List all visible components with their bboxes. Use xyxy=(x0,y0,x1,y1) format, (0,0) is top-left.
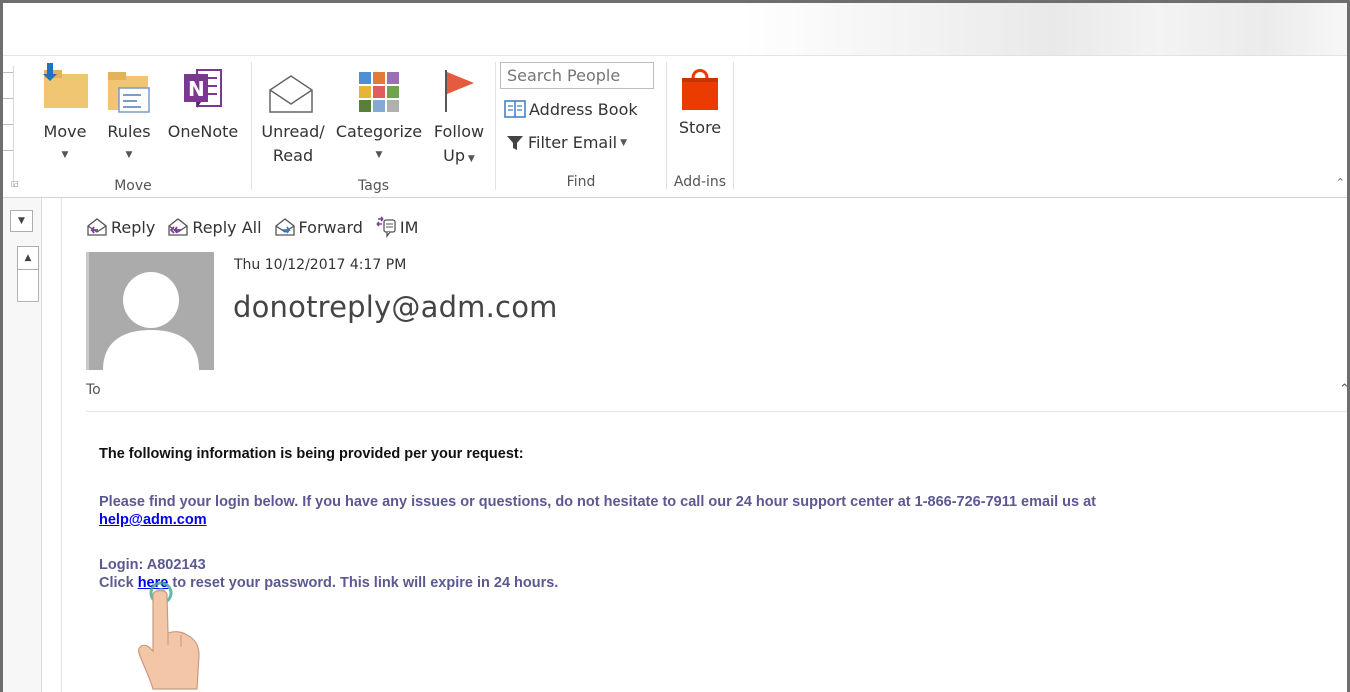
address-book-icon xyxy=(504,100,526,118)
body-intro: The following information is being provi… xyxy=(99,446,524,462)
im-button[interactable]: IM xyxy=(375,216,419,238)
store-icon xyxy=(682,69,718,110)
unread-read-label-1: Unread/ xyxy=(261,122,325,141)
ribbon-separator xyxy=(495,62,496,190)
find-group-label: Find xyxy=(566,174,596,190)
rules-button[interactable]: Rules ▼ xyxy=(101,60,157,170)
reply-all-button[interactable]: Reply All xyxy=(167,217,262,237)
body-click-prefix: Click xyxy=(99,575,134,591)
categorize-icon xyxy=(359,72,399,112)
addins-group-label: Add-ins xyxy=(673,174,727,190)
ribbon-left-edge xyxy=(3,66,14,186)
ribbon-separator xyxy=(733,62,734,190)
message-pane: Reply Reply All Forward IM Thu 10/12/201… xyxy=(61,198,1347,692)
onenote-icon: N xyxy=(184,69,222,108)
header-divider xyxy=(86,411,1347,412)
move-button[interactable]: Move ▼ xyxy=(37,60,93,170)
filter-email-caret-icon: ▼ xyxy=(620,137,628,148)
onenote-button[interactable]: N OneNote xyxy=(167,60,239,170)
categorize-caret-icon: ▼ xyxy=(375,150,383,160)
outlook-window: ◲ Move ▼ Rules ▼ N OneNote Move Unread/ … xyxy=(0,0,1350,692)
body-support-text: Please find your login below. If you hav… xyxy=(99,494,1097,510)
tags-group: Unread/ Read Categorize ▼ Follow Up ▼ Ta… xyxy=(252,60,495,194)
move-group: Move ▼ Rules ▼ N OneNote Move xyxy=(15,60,251,194)
sender-avatar xyxy=(86,252,214,370)
rules-caret-icon: ▼ xyxy=(125,150,133,160)
move-label: Move xyxy=(43,122,87,141)
move-group-label: Move xyxy=(114,178,152,194)
forward-icon xyxy=(274,218,295,236)
reply-all-icon xyxy=(168,218,188,236)
forward-button[interactable]: Forward xyxy=(274,217,363,237)
filter-email-label: Filter Email xyxy=(528,133,618,152)
reply-label: Reply xyxy=(111,217,156,237)
im-icon xyxy=(376,216,396,238)
follow-up-label-2: Up xyxy=(443,146,466,165)
unread-read-label-2: Read xyxy=(272,146,314,165)
filter-icon xyxy=(507,135,523,150)
envelope-icon xyxy=(269,75,313,113)
rules-label: Rules xyxy=(107,122,151,141)
follow-up-label-2-row: Up ▼ xyxy=(428,144,490,171)
collapse-header-icon[interactable]: ⌃ xyxy=(1339,382,1347,397)
support-email-link[interactable]: help@adm.com xyxy=(99,512,207,528)
move-folder-icon xyxy=(43,63,88,108)
body-login: Login: A802143 xyxy=(99,557,206,573)
store-label: Store xyxy=(678,118,722,137)
collapse-ribbon-icon[interactable]: ⌃ xyxy=(1336,176,1345,189)
folder-pane-collapsed: ▼ ▲ xyxy=(3,198,42,692)
ribbon: ◲ Move ▼ Rules ▼ N OneNote Move Unread/ … xyxy=(3,56,1347,198)
title-bar xyxy=(3,3,1347,56)
person-placeholder-icon xyxy=(103,272,199,370)
reply-button[interactable]: Reply xyxy=(86,217,155,237)
body-support-paragraph: Please find your login below. If you hav… xyxy=(99,493,1299,529)
message-datetime: Thu 10/12/2017 4:17 PM xyxy=(234,257,407,273)
im-label: IM xyxy=(399,217,419,237)
tags-group-label: Tags xyxy=(358,178,389,194)
scroll-up-button[interactable]: ▲ xyxy=(17,246,39,270)
categorize-label: Categorize xyxy=(335,122,423,141)
flag-icon xyxy=(445,70,474,112)
address-book-label: Address Book xyxy=(529,99,638,119)
store-button[interactable]: Store xyxy=(669,60,731,170)
move-caret-icon: ▼ xyxy=(61,150,69,160)
to-label: To xyxy=(86,382,101,398)
follow-up-button[interactable]: Follow Up ▼ xyxy=(428,60,490,170)
message-actions: Reply Reply All Forward IM xyxy=(86,216,430,238)
svg-text:N: N xyxy=(188,77,205,101)
filter-email-button[interactable]: Filter Email ▼ xyxy=(506,133,627,152)
reply-icon xyxy=(87,218,107,236)
sender-address[interactable]: donotreply@adm.com xyxy=(233,290,558,324)
address-book-button[interactable]: Address Book xyxy=(504,99,638,119)
categorize-button[interactable]: Categorize ▼ xyxy=(332,60,426,170)
ribbon-separator xyxy=(666,62,667,190)
expand-dropdown-icon[interactable]: ▼ xyxy=(10,210,33,232)
hand-pointer-icon xyxy=(138,581,200,690)
rules-icon xyxy=(108,72,150,113)
scrollbar-thumb[interactable] xyxy=(17,270,39,302)
reply-all-label: Reply All xyxy=(192,217,262,237)
follow-up-caret-icon: ▼ xyxy=(465,154,475,164)
onenote-label: OneNote xyxy=(167,122,239,141)
reading-area: ▼ ▲ Reply Reply All Forward IM Thu 10/12… xyxy=(3,198,1347,692)
body-click-suffix: to reset your password. This link will e… xyxy=(172,575,559,591)
unread-read-button[interactable]: Unread/ Read xyxy=(256,60,326,170)
follow-up-label-1: Follow xyxy=(433,122,485,141)
forward-label: Forward xyxy=(298,217,363,237)
search-people-input[interactable] xyxy=(500,62,654,89)
